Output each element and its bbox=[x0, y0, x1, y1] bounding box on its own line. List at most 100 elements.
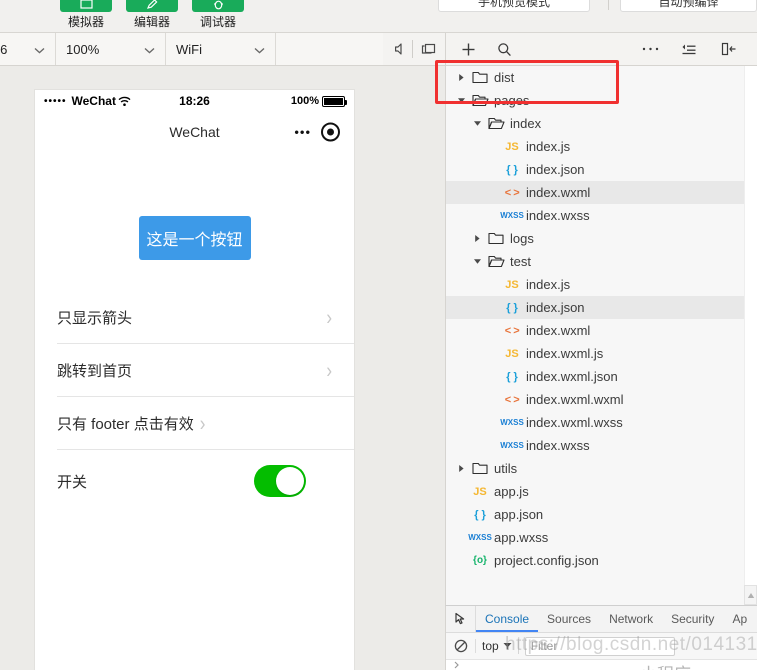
mode-button-editor[interactable]: 编辑器 bbox=[126, 0, 178, 29]
folder-closed-icon bbox=[468, 71, 492, 84]
tree-row-pages[interactable]: pages bbox=[446, 89, 744, 112]
mode-button-label: 模拟器 bbox=[67, 15, 104, 29]
file-tree-panel[interactable]: dist pages index JS index.js { } index.json < >… bbox=[445, 66, 757, 605]
switch-label: 开关 bbox=[57, 473, 88, 491]
devtools-tab-ap[interactable]: Ap bbox=[723, 606, 756, 632]
tree-row-index-wxml[interactable]: < > index.wxml bbox=[446, 319, 744, 342]
bug-icon bbox=[192, 0, 244, 12]
file-tree-scrollbar[interactable] bbox=[744, 66, 757, 605]
folder-closed-icon bbox=[468, 462, 492, 475]
target-icon[interactable] bbox=[321, 122, 340, 142]
tree-row-test[interactable]: test bbox=[446, 250, 744, 273]
device-select[interactable]: iPhone 6 bbox=[0, 33, 56, 65]
execution-context-select[interactable]: top bbox=[476, 639, 518, 653]
devtools-tab-console[interactable]: Console bbox=[476, 606, 538, 632]
cell-switch: 开关 bbox=[35, 450, 354, 512]
chevron-right-icon[interactable] bbox=[470, 234, 484, 243]
chevron-right-icon: › bbox=[326, 358, 332, 383]
auto-compile-field[interactable]: 自动预编译 bbox=[620, 0, 757, 12]
more-options-icon[interactable] bbox=[635, 33, 665, 65]
search-icon[interactable] bbox=[489, 33, 519, 65]
chevron-down-icon[interactable] bbox=[454, 97, 468, 104]
primary-button[interactable]: 这是一个按钮 bbox=[138, 216, 251, 260]
phone-status-bar: ••••• WeChat 18:26 100% bbox=[35, 90, 354, 112]
tree-row-label: dist bbox=[494, 70, 515, 85]
tree-row-index[interactable]: index bbox=[446, 112, 744, 135]
toggle-switch[interactable] bbox=[254, 465, 306, 497]
chevron-down-icon[interactable] bbox=[470, 258, 484, 265]
toggle-panel-icon[interactable] bbox=[714, 33, 744, 65]
filter-divider bbox=[517, 638, 519, 654]
wechat-devtools-window: 模拟器 编辑器 调试器 手机预览模式 自动预编译 6 100% WiFi •••… bbox=[0, 0, 757, 670]
tree-row-index-wxss[interactable]: WXSS index.wxss bbox=[446, 204, 744, 227]
detach-window-icon[interactable] bbox=[414, 33, 444, 65]
tree-row-index-wxml-js[interactable]: JS index.wxml.js bbox=[446, 342, 744, 365]
tree-row-label: index.json bbox=[526, 162, 585, 177]
tree-row-label: app.wxss bbox=[494, 530, 549, 545]
mode-button-label: 调试器 bbox=[199, 15, 236, 29]
tree-row-index-wxml-wxml[interactable]: < > index.wxml.wxml bbox=[446, 388, 744, 411]
tree-row-app-js[interactable]: JS app.js bbox=[446, 480, 744, 503]
phone-nav-bar: WeChat ••• bbox=[35, 112, 354, 152]
tree-row-project-config-json[interactable]: {o} project.config.json bbox=[446, 549, 744, 572]
add-file-icon[interactable] bbox=[453, 33, 483, 65]
tree-row-index-js[interactable]: JS index.js bbox=[446, 135, 744, 158]
file-tree-toolbar bbox=[445, 33, 757, 66]
mode-button-simulator[interactable]: 模拟器 bbox=[60, 0, 112, 29]
tree-row-dist[interactable]: dist bbox=[446, 66, 744, 89]
devtools-panel: Console Sources Network Security Ap top Filt… bbox=[445, 605, 757, 670]
chevron-right-icon: › bbox=[199, 411, 206, 436]
mode-button-debugger[interactable]: 调试器 bbox=[192, 0, 244, 29]
zoom-select[interactable]: 100% bbox=[56, 33, 166, 65]
tree-row-index-wxml-json[interactable]: { } index.wxml.json bbox=[446, 365, 744, 388]
wxss-icon: WXSS bbox=[500, 441, 524, 450]
tree-row-index-js[interactable]: JS index.js bbox=[446, 273, 744, 296]
tree-row-label: app.json bbox=[494, 507, 544, 522]
chevron-right-icon[interactable] bbox=[454, 73, 468, 82]
json-icon: { } bbox=[506, 370, 518, 383]
carrier-label: WeChat bbox=[71, 94, 116, 108]
chevron-right-icon[interactable] bbox=[454, 464, 468, 473]
capsule-button[interactable]: ••• bbox=[294, 122, 340, 142]
tree-row-index-json[interactable]: { } index.json bbox=[446, 158, 744, 181]
cell-footer-only-clickable[interactable]: 只有 footer 点击有效 › bbox=[35, 397, 354, 450]
tree-row-index-wxml[interactable]: < > index.wxml bbox=[446, 181, 744, 204]
cell-label: 跳转到首页 bbox=[57, 363, 133, 380]
tree-row-index-wxml-wxss[interactable]: WXSS index.wxml.wxss bbox=[446, 411, 744, 434]
tree-row-label: test bbox=[510, 254, 531, 269]
cell-navigate-home[interactable]: 跳转到首页 › bbox=[35, 344, 354, 397]
devtools-tab-security[interactable]: Security bbox=[662, 606, 723, 632]
zoom-select-value: 100% bbox=[66, 41, 100, 57]
tree-row-label: utils bbox=[494, 461, 518, 476]
json-icon: { } bbox=[506, 163, 518, 176]
tree-row-index-json[interactable]: { } index.json bbox=[446, 296, 744, 319]
folder-open-icon bbox=[468, 94, 492, 107]
clear-console-icon[interactable] bbox=[446, 639, 476, 653]
scrollbar-up-arrow[interactable] bbox=[744, 585, 757, 605]
devtools-tab-network[interactable]: Network bbox=[600, 606, 662, 632]
console-prompt-icon bbox=[454, 661, 459, 669]
tree-row-utils[interactable]: utils bbox=[446, 457, 744, 480]
inspect-element-icon[interactable] bbox=[446, 606, 476, 632]
devtools-tab-sources[interactable]: Sources bbox=[538, 606, 600, 632]
wxml-icon: < > bbox=[504, 186, 520, 199]
tree-row-app-json[interactable]: { } app.json bbox=[446, 503, 744, 526]
preview-mode-field[interactable]: 手机预览模式 bbox=[438, 0, 590, 12]
collapse-all-icon[interactable] bbox=[674, 33, 704, 65]
network-select[interactable]: WiFi bbox=[166, 33, 276, 65]
page-title: WeChat bbox=[169, 124, 220, 140]
console-filter-input[interactable]: Filter bbox=[524, 636, 675, 656]
devtools-filter-bar: top Filter bbox=[446, 633, 757, 660]
tree-row-app-wxss[interactable]: WXSS app.wxss bbox=[446, 526, 744, 549]
more-dots-icon[interactable]: ••• bbox=[294, 125, 311, 140]
chevron-down-icon[interactable] bbox=[470, 120, 484, 127]
cell-show-arrow-only[interactable]: 只显示箭头 › bbox=[35, 291, 354, 344]
tree-row-label: index.wxss bbox=[526, 438, 590, 453]
tree-row-label: logs bbox=[510, 231, 534, 246]
tree-row-index-wxss[interactable]: WXSS index.wxss bbox=[446, 434, 744, 457]
folder-open-icon bbox=[484, 255, 508, 268]
mode-button-group: 模拟器 编辑器 调试器 bbox=[60, 0, 244, 29]
tree-row-logs[interactable]: logs bbox=[446, 227, 744, 250]
chevron-down-icon bbox=[34, 42, 45, 57]
devtools-tabbar: Console Sources Network Security Ap bbox=[446, 606, 757, 633]
